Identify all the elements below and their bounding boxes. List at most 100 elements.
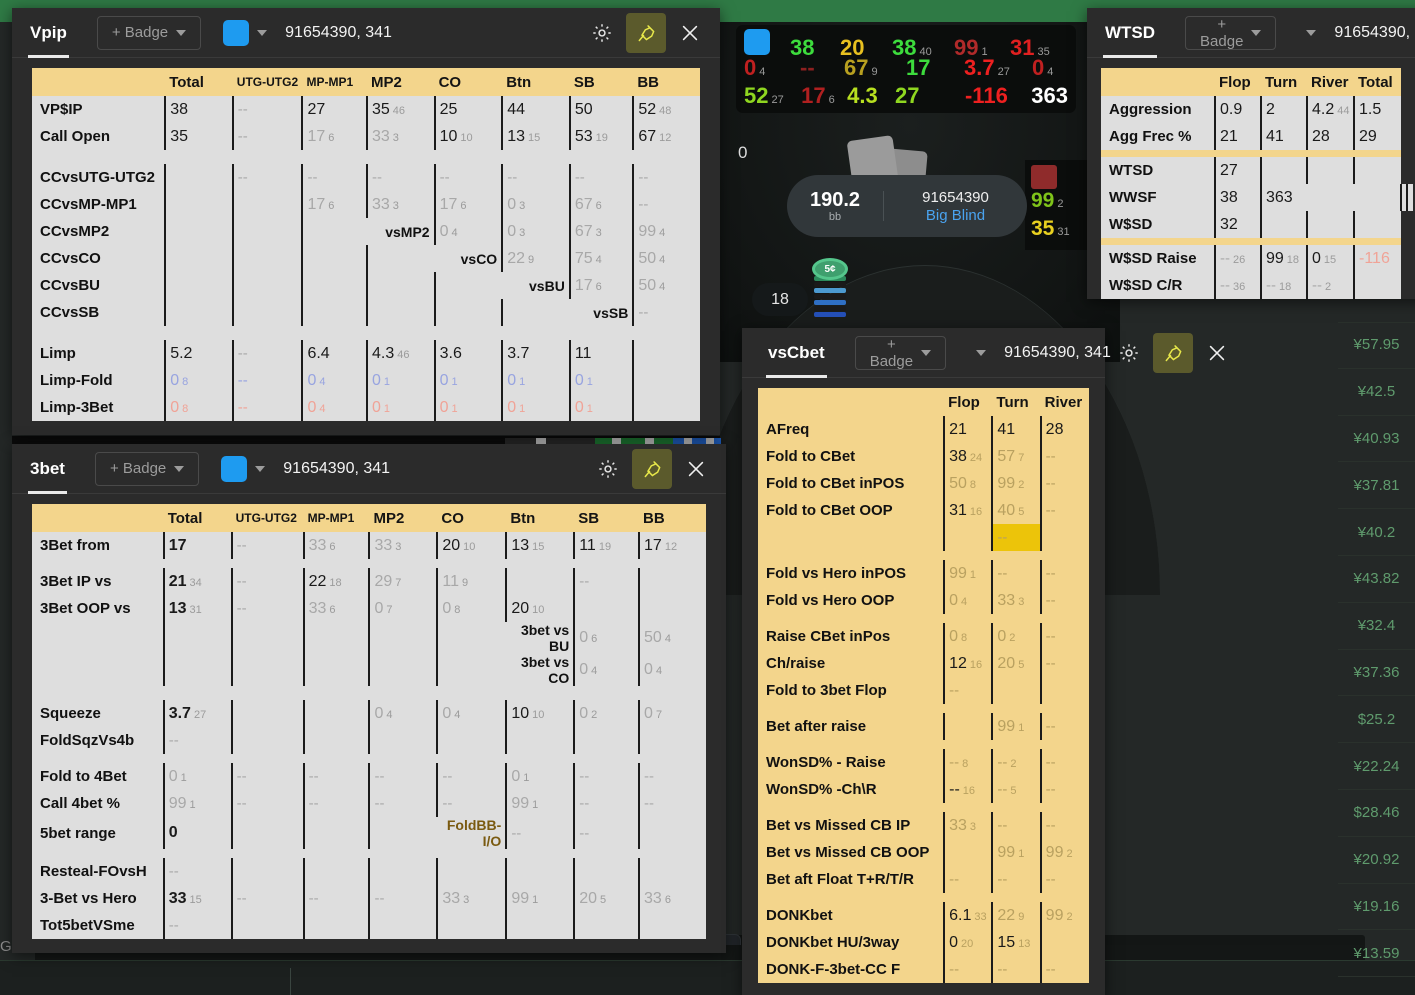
add-badge-button[interactable]: + Badge: [1185, 15, 1277, 50]
stat-cell: 99 1: [943, 560, 993, 587]
stat-cell: [1306, 211, 1354, 238]
stat-sample-size: 12: [664, 540, 678, 553]
stat-cell: [164, 164, 233, 191]
stat-cell: [505, 727, 575, 754]
chip-denomination: 5¢: [812, 258, 848, 280]
stat-cell: --: [231, 340, 303, 367]
column-header: CO: [437, 504, 507, 532]
hud-mini-block[interactable]: 99 2 35 31: [1025, 160, 1087, 250]
stat-row-header: [1101, 68, 1215, 96]
stat-value: --: [949, 961, 960, 978]
table-row: CCvsMP-MP1 17 6 33 3 17 6 0 3 67 6 --: [32, 191, 700, 218]
stat-cell: --: [162, 912, 232, 939]
hud-mini-value: 35: [1031, 217, 1055, 240]
hud-mini-subvalue: 2: [1057, 198, 1064, 210]
row-spacer: [758, 893, 1089, 902]
chevron-down-icon[interactable]: [1306, 29, 1317, 36]
stat-cell: 41: [991, 416, 1041, 443]
stat-sample-size: 3: [519, 199, 526, 212]
stat-sample-size: 8: [961, 631, 968, 644]
stat-cell: --: [433, 164, 503, 191]
gear-icon[interactable]: [1111, 335, 1147, 371]
pin-icon[interactable]: [632, 448, 672, 489]
close-icon[interactable]: [678, 451, 714, 487]
stat-cell: [436, 654, 507, 686]
chevron-down-icon: [176, 29, 187, 36]
stat-label: W$SD: [1101, 211, 1215, 238]
money-cell: ¥22.24: [1338, 743, 1415, 790]
close-icon[interactable]: [1199, 335, 1235, 371]
stat-cell: 11 9: [436, 568, 507, 595]
stat-sample-size: 3: [595, 226, 602, 239]
stat-cell: [230, 654, 304, 686]
stat-value: 0: [949, 933, 959, 951]
stat-value: --: [442, 768, 453, 785]
window-3bet[interactable]: 3bet + Badge 91654390, 341 Total UTG-UTG…: [12, 444, 726, 953]
stat-value: 52: [638, 100, 657, 118]
stat-value: 0: [507, 398, 517, 416]
hud-value: 363: [1031, 83, 1068, 108]
window-vpip[interactable]: Vpip + Badge 91654390, 341 Total UTG-UTG…: [12, 8, 720, 435]
gear-icon[interactable]: [590, 451, 626, 487]
table-row: Raise CBet inPos 0 8 0 2 --: [758, 623, 1089, 650]
stat-value: 99: [997, 843, 1016, 861]
stat-sample-size: 1: [969, 568, 977, 581]
stat-cell: --: [1039, 713, 1089, 740]
stat-cell: --: [368, 885, 438, 912]
stat-sample-size: 2: [1009, 631, 1016, 644]
hud-row: 38 20 38 40 99 1 31 35: [744, 29, 1068, 59]
column-header: Flop: [1215, 68, 1261, 96]
column-header: UTG-UTG2: [232, 68, 303, 96]
stat-value: --: [442, 795, 453, 812]
window-wtsd[interactable]: WTSD + Badge 91654390, 341 FlopTurnRiver…: [1087, 8, 1415, 299]
stat-cell: --: [230, 885, 304, 912]
stat-cell: [501, 299, 570, 326]
stat-cell: [164, 299, 233, 326]
stat-cell: 01: [162, 763, 232, 790]
stat-value: 2: [1266, 100, 1275, 118]
stat-cell: [230, 858, 304, 885]
table-row: Fold vs Hero inPOS 99 1 -- --: [758, 560, 1089, 587]
column-header: River: [1307, 68, 1354, 96]
stat-cell: [573, 727, 640, 754]
stat-value: 21: [1220, 127, 1238, 145]
table-row: Bet vs Missed CB OOP 99 1 99 2: [758, 839, 1089, 866]
color-swatch[interactable]: [223, 19, 250, 46]
stat-value: 20: [442, 536, 461, 554]
stat-cell: 75 4: [568, 245, 634, 272]
stat-value: --: [638, 304, 649, 321]
chevron-down-icon[interactable]: [255, 465, 266, 472]
chip-stack-icon: 5¢: [812, 258, 848, 320]
chevron-down-icon[interactable]: [976, 349, 987, 356]
pin-icon[interactable]: [1152, 332, 1193, 373]
add-badge-button[interactable]: + Badge: [94, 451, 200, 486]
stat-value: --: [1045, 754, 1056, 771]
close-icon[interactable]: [672, 15, 708, 51]
status-bar-divider: [290, 968, 291, 995]
stat-cell: 3bet vs CO: [506, 654, 575, 686]
chevron-down-icon[interactable]: [257, 29, 268, 36]
add-badge-button[interactable]: + Badge: [96, 15, 202, 50]
stat-value: 0: [442, 599, 452, 617]
window-vscbet[interactable]: vsCbet + Badge 91654390, 341 Flop Turn R…: [742, 328, 1225, 995]
stat-value: 75: [574, 249, 593, 267]
hud-stat-block[interactable]: 38 20 38 40 99 1 31 35 04 -- 67 9 17 3.7 27 0…: [736, 25, 1076, 113]
stat-cell: --: [302, 763, 370, 790]
stat-cell: 20 5: [991, 650, 1041, 677]
stat-cell: [302, 700, 370, 727]
stat-sample-size: 18: [1279, 281, 1292, 293]
stat-cell: [302, 654, 370, 686]
stat-value: 0: [371, 398, 381, 416]
gear-icon[interactable]: [584, 15, 620, 51]
stat-sample-size: 2: [1066, 847, 1073, 860]
stat-sample-size: 6: [329, 540, 336, 553]
stat-cell: 67 6: [568, 191, 634, 218]
stat-cell: 21: [943, 416, 993, 443]
stat-cell: 10 10: [505, 700, 575, 727]
player-seat-plate[interactable]: 190.2 bb 91654390 Big Blind: [787, 175, 1027, 237]
window-title: Vpip: [28, 22, 69, 58]
pin-icon[interactable]: [626, 12, 666, 53]
stat-value: --: [308, 795, 319, 812]
add-badge-button[interactable]: + Badge: [854, 335, 947, 370]
color-swatch[interactable]: [221, 455, 248, 482]
